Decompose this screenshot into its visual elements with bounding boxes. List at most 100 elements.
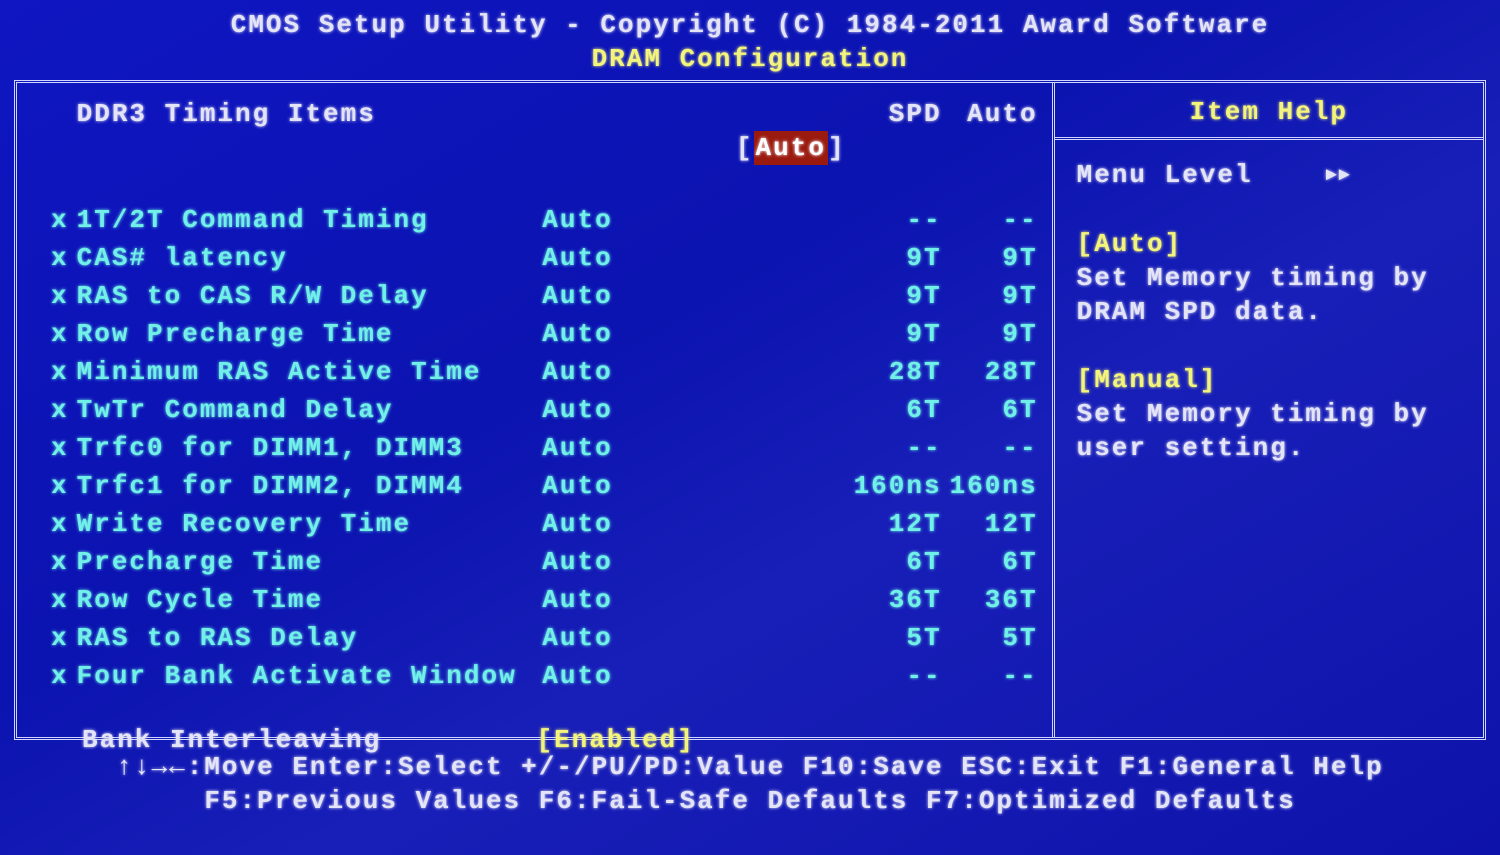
- setting-row[interactable]: xMinimum RAS Active Time Auto28T28T: [47, 353, 1042, 391]
- row-marker: x: [47, 201, 73, 239]
- row-spd: 6T: [850, 391, 946, 429]
- row-auto: 36T: [946, 581, 1042, 619]
- row-label: Row Cycle Time: [73, 581, 521, 619]
- row-marker: x: [47, 619, 73, 657]
- help-body: Menu Level ▸▸ [Auto] Set Memory timing b…: [1055, 140, 1483, 483]
- row-marker: x: [47, 543, 73, 581]
- row-marker: x: [47, 277, 73, 315]
- bank-value[interactable]: [Enabled]: [536, 725, 694, 755]
- row-marker: x: [47, 353, 73, 391]
- setting-row[interactable]: xWrite Recovery Time Auto12T12T: [47, 505, 1042, 543]
- row-spd: 9T: [850, 315, 946, 353]
- footer-hints: ↑↓→←:Move Enter:Select +/-/PU/PD:Value F…: [14, 750, 1486, 818]
- setting-row[interactable]: xPrecharge Time Auto6T6T: [47, 543, 1042, 581]
- row-value[interactable]: Auto: [521, 657, 850, 695]
- row-value[interactable]: Auto: [521, 581, 850, 619]
- row-value[interactable]: Auto: [521, 505, 850, 543]
- row-value[interactable]: Auto: [521, 315, 850, 353]
- row-marker: x: [47, 657, 73, 695]
- help-heading-auto: [Auto]: [1077, 227, 1461, 261]
- help-title: Item Help: [1055, 83, 1483, 140]
- row-auto: 9T: [946, 277, 1042, 315]
- setting-row[interactable]: xRAS to CAS R/W Delay Auto9T9T: [47, 277, 1042, 315]
- row-value[interactable]: Auto: [521, 619, 850, 657]
- selected-value[interactable]: Auto: [754, 131, 828, 165]
- row-auto: 160ns: [946, 467, 1042, 505]
- help-text-manual: Set Memory timing by user setting.: [1077, 397, 1461, 465]
- row-spd: --: [850, 201, 946, 239]
- setting-row[interactable]: xRAS to RAS Delay Auto5T5T: [47, 619, 1042, 657]
- row-spd: 9T: [850, 277, 946, 315]
- bank-label: Bank Interleaving: [82, 725, 381, 755]
- row-auto: 12T: [946, 505, 1042, 543]
- title-line1: CMOS Setup Utility - Copyright (C) 1984-…: [14, 8, 1486, 42]
- main-panes: DDR3 Timing Items [Auto] SPD Auto x1T/2T…: [14, 80, 1486, 740]
- row-auto: 6T: [946, 391, 1042, 429]
- row-spd: 36T: [850, 581, 946, 619]
- col-auto: Auto: [946, 95, 1042, 201]
- settings-pane: DDR3 Timing Items [Auto] SPD Auto x1T/2T…: [17, 83, 1052, 737]
- row-label: Trfc1 for DIMM2, DIMM4: [73, 467, 521, 505]
- row-label: RAS to RAS Delay: [73, 619, 521, 657]
- row-value[interactable]: Auto: [521, 201, 850, 239]
- setting-row[interactable]: xFour Bank Activate Window Auto----: [47, 657, 1042, 695]
- col-value-selected[interactable]: [Auto]: [521, 95, 850, 201]
- bios-screen: CMOS Setup Utility - Copyright (C) 1984-…: [0, 0, 1500, 855]
- row-auto: --: [946, 429, 1042, 467]
- row-marker: x: [47, 581, 73, 619]
- setting-row[interactable]: xRow Precharge Time Auto9T9T: [47, 315, 1042, 353]
- row-marker: x: [47, 429, 73, 467]
- row-spd: 5T: [850, 619, 946, 657]
- setting-row[interactable]: xCAS# latency Auto9T9T: [47, 239, 1042, 277]
- menu-level-label: Menu Level: [1077, 160, 1253, 190]
- row-spd: --: [850, 429, 946, 467]
- row-value[interactable]: Auto: [521, 277, 850, 315]
- setting-row[interactable]: x1T/2T Command Timing Auto----: [47, 201, 1042, 239]
- row-label: Minimum RAS Active Time: [73, 353, 521, 391]
- row-marker: x: [47, 239, 73, 277]
- row-label: CAS# latency: [73, 239, 521, 277]
- help-pane: Item Help Menu Level ▸▸ [Auto] Set Memor…: [1052, 83, 1483, 737]
- row-label: TwTr Command Delay: [73, 391, 521, 429]
- row-spd: 12T: [850, 505, 946, 543]
- setting-row[interactable]: xTwTr Command Delay Auto6T6T: [47, 391, 1042, 429]
- row-spd: 160ns: [850, 467, 946, 505]
- footer-line1: ↑↓→←:Move Enter:Select +/-/PU/PD:Value F…: [14, 750, 1486, 784]
- column-header-row[interactable]: DDR3 Timing Items [Auto] SPD Auto: [47, 95, 1042, 201]
- row-auto: 28T: [946, 353, 1042, 391]
- setting-row[interactable]: xRow Cycle Time Auto36T36T: [47, 581, 1042, 619]
- row-value[interactable]: Auto: [521, 353, 850, 391]
- col-name: DDR3 Timing Items: [73, 95, 521, 201]
- row-auto: 6T: [946, 543, 1042, 581]
- menu-level: Menu Level ▸▸: [1077, 158, 1461, 193]
- footer-line2: F5:Previous Values F6:Fail-Safe Defaults…: [14, 784, 1486, 818]
- row-label: Write Recovery Time: [73, 505, 521, 543]
- row-marker: x: [47, 315, 73, 353]
- row-auto: --: [946, 201, 1042, 239]
- row-spd: --: [850, 657, 946, 695]
- row-auto: 5T: [946, 619, 1042, 657]
- help-text-auto: Set Memory timing by DRAM SPD data.: [1077, 261, 1461, 329]
- row-label: RAS to CAS R/W Delay: [73, 277, 521, 315]
- row-marker: x: [47, 505, 73, 543]
- row-value[interactable]: Auto: [521, 391, 850, 429]
- row-label: Four Bank Activate Window: [73, 657, 521, 695]
- bank-interleaving-row[interactable]: Bank Interleaving [Enabled]: [47, 725, 1042, 755]
- title-block: CMOS Setup Utility - Copyright (C) 1984-…: [14, 8, 1486, 76]
- help-section-auto: [Auto] Set Memory timing by DRAM SPD dat…: [1077, 227, 1461, 329]
- row-spd: 6T: [850, 543, 946, 581]
- row-value[interactable]: Auto: [521, 429, 850, 467]
- row-marker: x: [47, 391, 73, 429]
- setting-row[interactable]: xTrfc0 for DIMM1, DIMM3 Auto----: [47, 429, 1042, 467]
- row-label: Precharge Time: [73, 543, 521, 581]
- setting-row[interactable]: xTrfc1 for DIMM2, DIMM4 Auto160ns160ns: [47, 467, 1042, 505]
- row-value[interactable]: Auto: [521, 467, 850, 505]
- row-value[interactable]: Auto: [521, 239, 850, 277]
- settings-table: DDR3 Timing Items [Auto] SPD Auto x1T/2T…: [47, 95, 1042, 695]
- row-value[interactable]: Auto: [521, 543, 850, 581]
- col-spd: SPD: [850, 95, 946, 201]
- row-label: Trfc0 for DIMM1, DIMM3: [73, 429, 521, 467]
- row-spd: 9T: [850, 239, 946, 277]
- title-line2: DRAM Configuration: [14, 42, 1486, 76]
- help-section-manual: [Manual] Set Memory timing by user setti…: [1077, 363, 1461, 465]
